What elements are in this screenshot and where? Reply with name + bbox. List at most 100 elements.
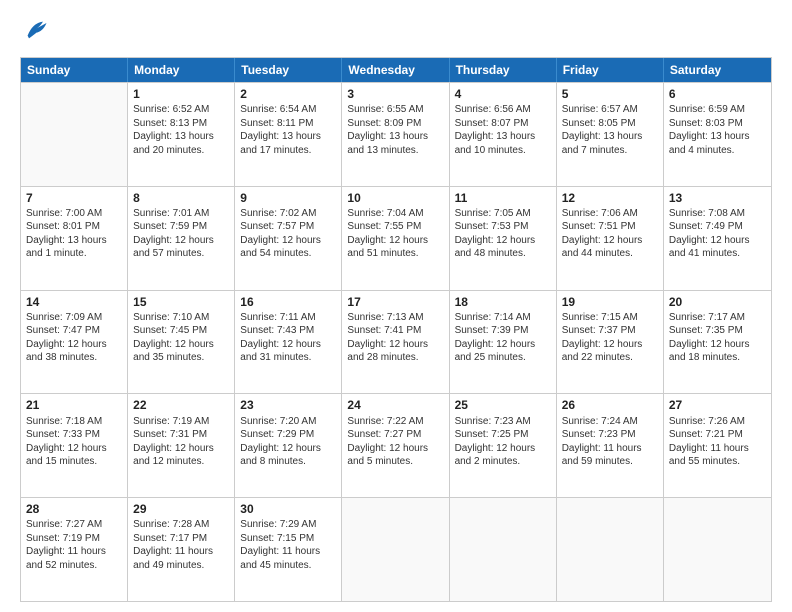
header	[20, 16, 772, 47]
cell-info: Sunrise: 7:10 AMSunset: 7:45 PMDaylight:…	[133, 311, 229, 365]
calendar-cell: 3Sunrise: 6:55 AMSunset: 8:09 PMDaylight…	[342, 83, 449, 186]
calendar-header-cell: Sunday	[21, 58, 128, 82]
calendar-cell: 6Sunrise: 6:59 AMSunset: 8:03 PMDaylight…	[664, 83, 771, 186]
cell-info: Sunrise: 7:17 AMSunset: 7:35 PMDaylight:…	[669, 311, 766, 365]
day-number: 1	[133, 86, 229, 102]
cell-info: Sunrise: 7:02 AMSunset: 7:57 PMDaylight:…	[240, 207, 336, 261]
day-number: 18	[455, 294, 551, 310]
day-number: 5	[562, 86, 658, 102]
cell-info: Sunrise: 6:56 AMSunset: 8:07 PMDaylight:…	[455, 103, 551, 157]
calendar-cell: 27 Sunrise: 7:26 AMSunset: 7:21 PMDayligh…	[664, 394, 771, 497]
calendar-cell: 28Sunrise: 7:27 AMSunset: 7:19 PMDayligh…	[21, 498, 128, 601]
calendar-cell: 21 Sunrise: 7:18 AMSunset: 7:33 PMDayligh…	[21, 394, 128, 497]
cell-info: Sunrise: 7:24 AMSunset: 7:23 PMDaylight:…	[562, 415, 658, 469]
calendar-cell: 15Sunrise: 7:10 AMSunset: 7:45 PMDayligh…	[128, 291, 235, 394]
calendar-cell: 29Sunrise: 7:28 AMSunset: 7:17 PMDayligh…	[128, 498, 235, 601]
cell-info: Sunrise: 7:29 AMSunset: 7:15 PMDaylight:…	[240, 518, 336, 572]
day-number: 6	[669, 86, 766, 102]
calendar-cell: 22Sunrise: 7:19 AMSunset: 7:31 PMDayligh…	[128, 394, 235, 497]
cell-info: Sunrise: 7:15 AMSunset: 7:37 PMDaylight:…	[562, 311, 658, 365]
cell-info: Sunrise: 7:01 AMSunset: 7:59 PMDaylight:…	[133, 207, 229, 261]
day-number: 19	[562, 294, 658, 310]
day-number: 2	[240, 86, 336, 102]
calendar-cell	[450, 498, 557, 601]
calendar-body: 1Sunrise: 6:52 AMSunset: 8:13 PMDaylight…	[21, 82, 771, 601]
day-number: 27	[669, 397, 766, 413]
day-number: 10	[347, 190, 443, 206]
calendar-cell: 23 Sunrise: 7:20 AMSunset: 7:29 PMDayligh…	[235, 394, 342, 497]
cell-info: Sunrise: 6:52 AMSunset: 8:13 PMDaylight:…	[133, 103, 229, 157]
calendar-cell: 5Sunrise: 6:57 AMSunset: 8:05 PMDaylight…	[557, 83, 664, 186]
day-number: 28	[26, 501, 122, 517]
calendar-cell	[21, 83, 128, 186]
calendar-cell: 25 Sunrise: 7:23 AMSunset: 7:25 PMDayligh…	[450, 394, 557, 497]
calendar-cell: 1Sunrise: 6:52 AMSunset: 8:13 PMDaylight…	[128, 83, 235, 186]
cell-info: Sunrise: 6:54 AMSunset: 8:11 PMDaylight:…	[240, 103, 336, 157]
calendar-cell: 24 Sunrise: 7:22 AMSunset: 7:27 PMDayligh…	[342, 394, 449, 497]
day-number: 20	[669, 294, 766, 310]
calendar-cell: 4Sunrise: 6:56 AMSunset: 8:07 PMDaylight…	[450, 83, 557, 186]
day-number: 11	[455, 190, 551, 206]
day-number: 8	[133, 190, 229, 206]
calendar-header-cell: Tuesday	[235, 58, 342, 82]
day-number: 30	[240, 501, 336, 517]
calendar-header-cell: Wednesday	[342, 58, 449, 82]
calendar-row: 14Sunrise: 7:09 AMSunset: 7:47 PMDayligh…	[21, 290, 771, 394]
day-number: 21	[26, 397, 122, 413]
cell-info: Sunrise: 7:23 AMSunset: 7:25 PMDaylight:…	[455, 415, 551, 469]
cell-info: Sunrise: 7:09 AMSunset: 7:47 PMDaylight:…	[26, 311, 122, 365]
calendar-row: 28Sunrise: 7:27 AMSunset: 7:19 PMDayligh…	[21, 497, 771, 601]
calendar-cell	[342, 498, 449, 601]
cell-info: Sunrise: 7:28 AMSunset: 7:17 PMDaylight:…	[133, 518, 229, 572]
calendar-cell: 30Sunrise: 7:29 AMSunset: 7:15 PMDayligh…	[235, 498, 342, 601]
day-number: 23	[240, 397, 336, 413]
logo-bird-icon	[22, 16, 50, 44]
day-number: 26	[562, 397, 658, 413]
calendar-header-cell: Saturday	[664, 58, 771, 82]
calendar-cell: 19Sunrise: 7:15 AMSunset: 7:37 PMDayligh…	[557, 291, 664, 394]
cell-info: Sunrise: 7:04 AMSunset: 7:55 PMDaylight:…	[347, 207, 443, 261]
calendar-header-cell: Thursday	[450, 58, 557, 82]
calendar-cell: 7Sunrise: 7:00 AMSunset: 8:01 PMDaylight…	[21, 187, 128, 290]
day-number: 13	[669, 190, 766, 206]
logo	[20, 16, 50, 47]
calendar-cell: 20Sunrise: 7:17 AMSunset: 7:35 PMDayligh…	[664, 291, 771, 394]
cell-info: Sunrise: 7:26 AMSunset: 7:21 PMDaylight:…	[669, 415, 766, 469]
page: SundayMondayTuesdayWednesdayThursdayFrid…	[0, 0, 792, 612]
calendar-cell: 17Sunrise: 7:13 AMSunset: 7:41 PMDayligh…	[342, 291, 449, 394]
cell-info: Sunrise: 7:20 AMSunset: 7:29 PMDaylight:…	[240, 415, 336, 469]
day-number: 29	[133, 501, 229, 517]
calendar-header-row: SundayMondayTuesdayWednesdayThursdayFrid…	[21, 58, 771, 82]
calendar-header-cell: Monday	[128, 58, 235, 82]
day-number: 7	[26, 190, 122, 206]
cell-info: Sunrise: 7:19 AMSunset: 7:31 PMDaylight:…	[133, 415, 229, 469]
calendar-row: 21 Sunrise: 7:18 AMSunset: 7:33 PMDayligh…	[21, 393, 771, 497]
cell-info: Sunrise: 7:08 AMSunset: 7:49 PMDaylight:…	[669, 207, 766, 261]
calendar-cell	[557, 498, 664, 601]
calendar-cell: 9Sunrise: 7:02 AMSunset: 7:57 PMDaylight…	[235, 187, 342, 290]
cell-info: Sunrise: 6:55 AMSunset: 8:09 PMDaylight:…	[347, 103, 443, 157]
calendar-cell: 2Sunrise: 6:54 AMSunset: 8:11 PMDaylight…	[235, 83, 342, 186]
calendar-cell: 16Sunrise: 7:11 AMSunset: 7:43 PMDayligh…	[235, 291, 342, 394]
calendar-cell	[664, 498, 771, 601]
day-number: 25	[455, 397, 551, 413]
cell-info: Sunrise: 7:18 AMSunset: 7:33 PMDaylight:…	[26, 415, 122, 469]
calendar-cell: 12Sunrise: 7:06 AMSunset: 7:51 PMDayligh…	[557, 187, 664, 290]
day-number: 14	[26, 294, 122, 310]
cell-info: Sunrise: 7:13 AMSunset: 7:41 PMDaylight:…	[347, 311, 443, 365]
cell-info: Sunrise: 7:14 AMSunset: 7:39 PMDaylight:…	[455, 311, 551, 365]
cell-info: Sunrise: 7:22 AMSunset: 7:27 PMDaylight:…	[347, 415, 443, 469]
cell-info: Sunrise: 7:06 AMSunset: 7:51 PMDaylight:…	[562, 207, 658, 261]
day-number: 17	[347, 294, 443, 310]
calendar-cell: 8Sunrise: 7:01 AMSunset: 7:59 PMDaylight…	[128, 187, 235, 290]
calendar-cell: 11Sunrise: 7:05 AMSunset: 7:53 PMDayligh…	[450, 187, 557, 290]
day-number: 3	[347, 86, 443, 102]
cell-info: Sunrise: 7:11 AMSunset: 7:43 PMDaylight:…	[240, 311, 336, 365]
day-number: 24	[347, 397, 443, 413]
calendar-cell: 13Sunrise: 7:08 AMSunset: 7:49 PMDayligh…	[664, 187, 771, 290]
day-number: 4	[455, 86, 551, 102]
day-number: 12	[562, 190, 658, 206]
calendar-header-cell: Friday	[557, 58, 664, 82]
day-number: 9	[240, 190, 336, 206]
calendar-row: 7Sunrise: 7:00 AMSunset: 8:01 PMDaylight…	[21, 186, 771, 290]
